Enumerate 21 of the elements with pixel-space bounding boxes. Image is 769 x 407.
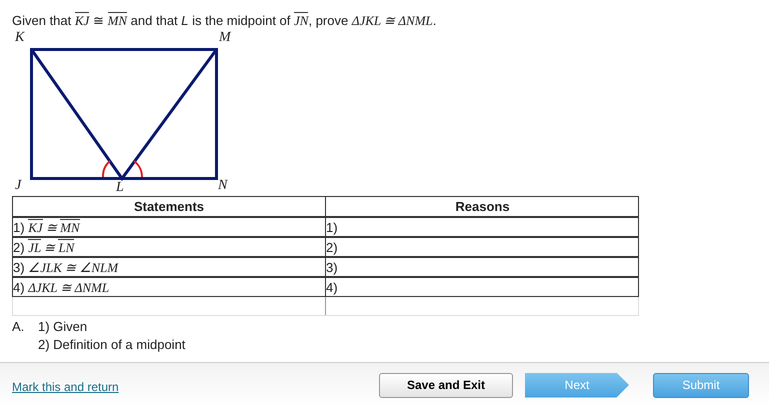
vertex-label: L [116,180,124,196]
mark-and-return-link[interactable]: Mark this and return [12,378,119,396]
choice-line: 2) Definition of a midpoint [38,336,186,354]
choice-letter: A. [12,318,26,336]
reason-cell: 3) [326,256,639,276]
statement-cell: 2) JL ≅ LN [13,236,326,256]
statement-cell: 4) ΔJKL ≅ ΔNML [13,276,326,296]
reason-cell: 4) [326,276,639,296]
vertex-label: N [218,178,228,194]
statement-cell: 1) KJ ≅ MN [13,216,326,236]
save-exit-button[interactable]: Save and Exit [379,372,513,398]
question-text: Given that KJ ≅ MN and that L is the midpoint of JN, prove ΔJKL ≅ ΔNML. [12,12,438,30]
reason-cell: 2) [326,236,639,256]
column-header: Statements [13,197,326,216]
vertex-label: J [15,178,22,194]
choice-line: 1) Given [38,318,88,336]
vertex-label: M [219,30,231,46]
statement-cell: 3) ∠JLK ≅ ∠NLM [13,256,326,276]
column-header: Reasons [454,198,511,216]
reason-cell: 1) [326,216,639,236]
vertex-label: K [15,30,24,46]
